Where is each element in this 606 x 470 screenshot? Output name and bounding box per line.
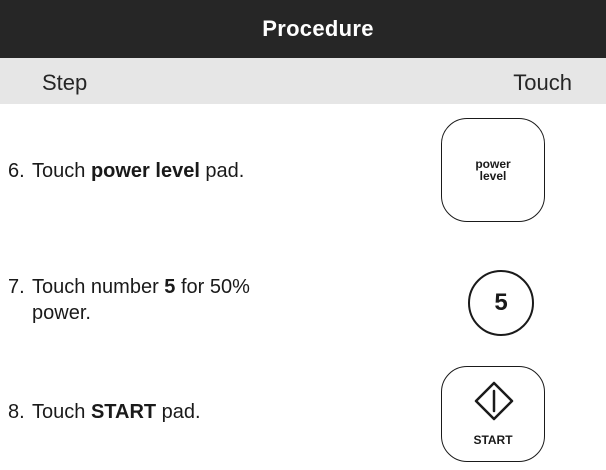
step-text-continuation: power. [32, 302, 91, 324]
step-text-bold: START [90, 401, 157, 423]
procedure-title: Procedure [262, 16, 374, 41]
start-pad: START [441, 366, 545, 462]
step-number: 7. [8, 276, 25, 298]
power-level-pad-label: power level [475, 157, 511, 183]
number-5-pad: 5 [468, 270, 534, 336]
step-number: 8. [8, 401, 25, 423]
step-8: 8. Touch START pad. [8, 399, 368, 425]
step-6: 6. Touch power level pad. [8, 158, 368, 184]
step-7: 7. Touch number 5 for 50% power. [8, 274, 368, 326]
procedure-page: Procedure Step Touch 6. Touch power level… [0, 0, 606, 470]
power-level-pad: power level [441, 118, 545, 222]
step-text-post: pad. [199, 160, 245, 182]
step-text-bold: 5 [164, 276, 176, 298]
column-header-row: Step Touch [0, 58, 606, 104]
touch-column-header: Touch [513, 70, 572, 95]
start-pad-label: START [473, 433, 513, 447]
number-5-pad-label: 5 [494, 289, 508, 316]
start-diamond-icon [474, 381, 514, 421]
step-column-header: Step [42, 70, 88, 95]
step-text-post: for 50% [175, 276, 250, 298]
step-text-pre: Touch number [32, 276, 165, 298]
step-text-post: pad. [156, 401, 201, 423]
step-text-pre: Touch [32, 401, 91, 423]
step-number: 6. [8, 160, 25, 182]
step-text-bold: power level [90, 160, 200, 182]
step-text-pre: Touch [32, 160, 91, 182]
procedure-header: Procedure [0, 0, 606, 58]
